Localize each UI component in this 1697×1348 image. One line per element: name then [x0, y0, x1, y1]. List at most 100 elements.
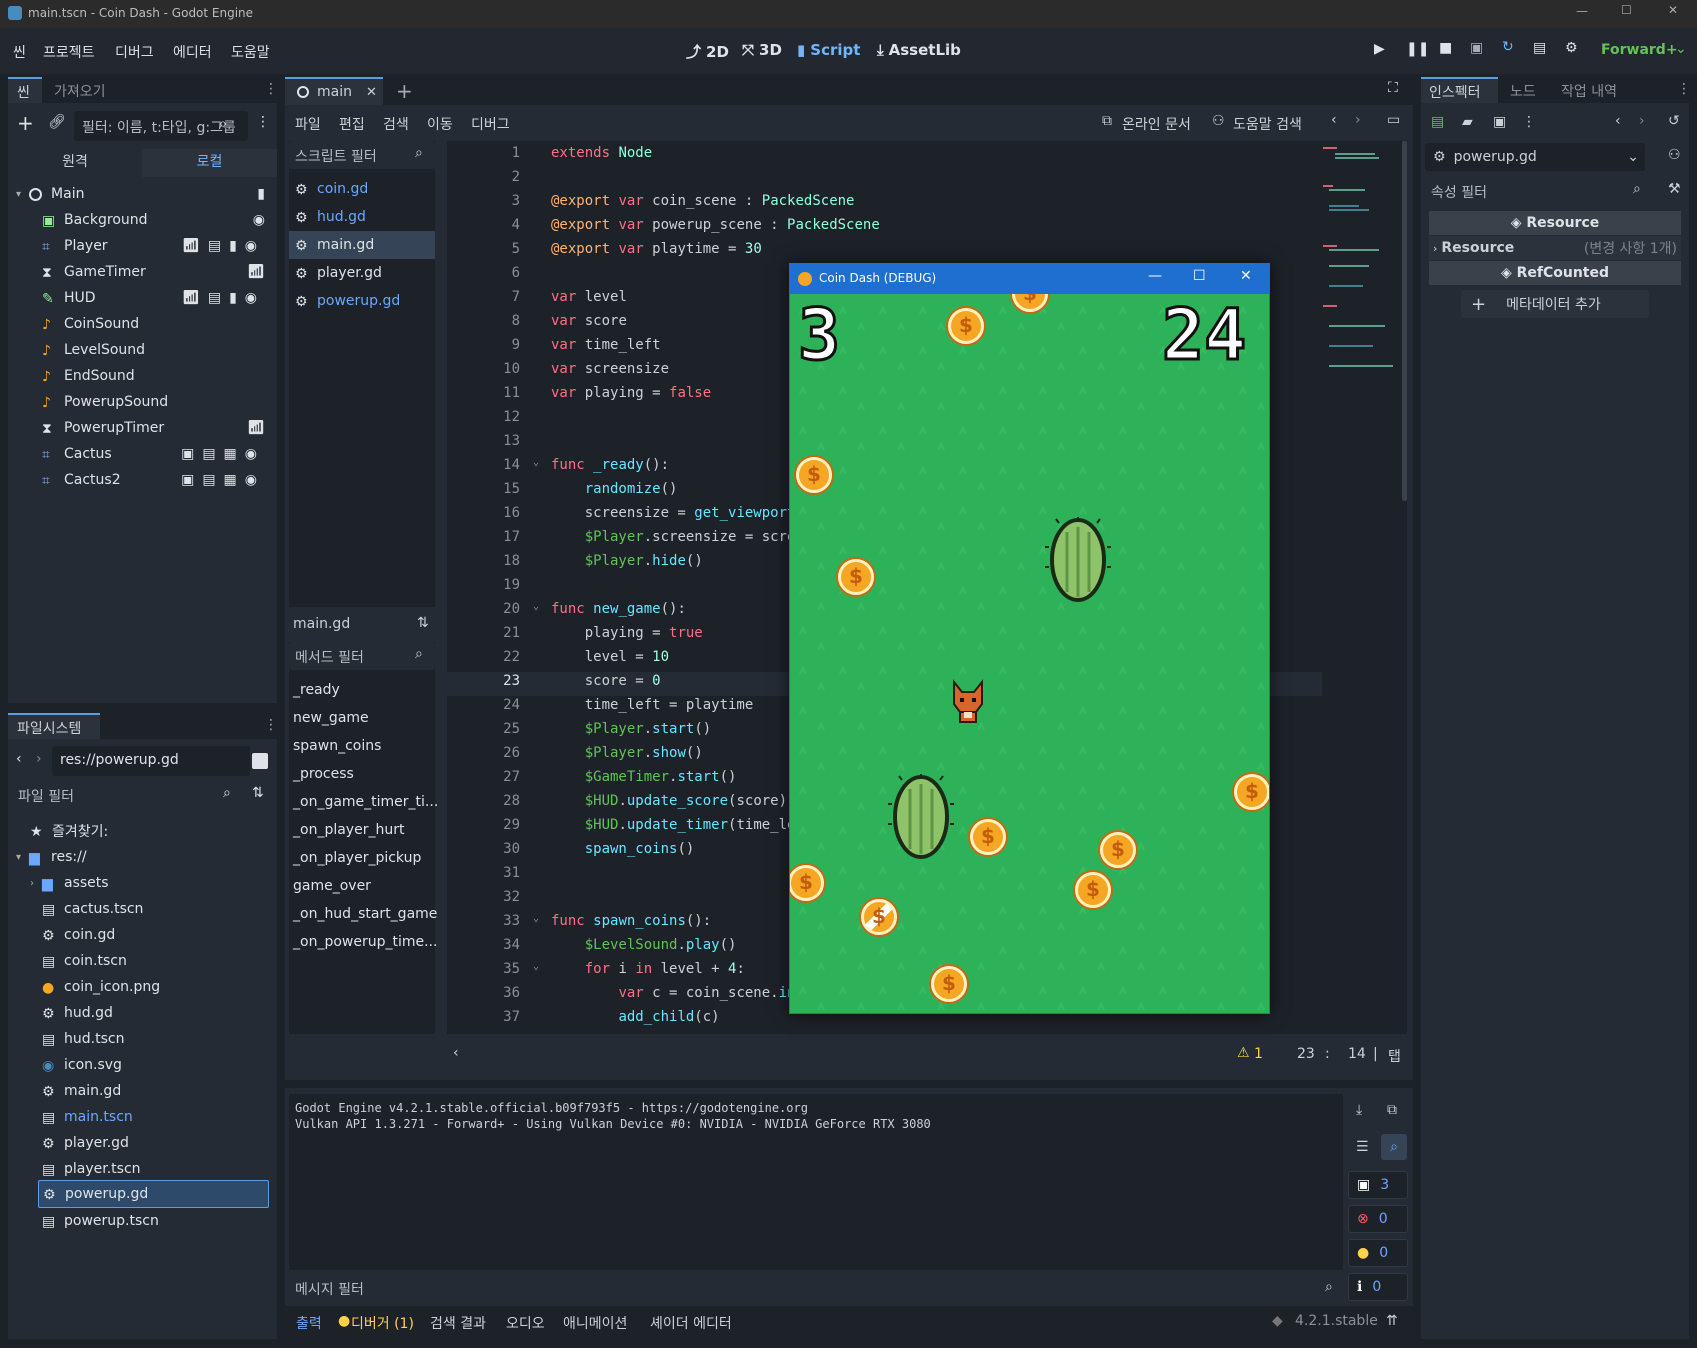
split-view-icon[interactable] [252, 753, 268, 769]
menu-debug[interactable]: 디버그 [471, 114, 510, 134]
add-node-icon[interactable]: + [17, 111, 34, 135]
line-number[interactable]: 20 [447, 601, 520, 617]
line-number[interactable]: 34 [447, 937, 520, 953]
back-arrow-icon[interactable]: ‹ [16, 751, 22, 767]
line-number[interactable]: 1 [447, 145, 520, 161]
method-item[interactable]: new_game [289, 704, 435, 732]
chevron-down-icon[interactable]: ⌄ [1675, 41, 1687, 57]
add-tab-icon[interactable]: + [396, 79, 413, 103]
code-minimap[interactable] [1321, 145, 1393, 395]
filter-info-button[interactable]: ℹ0 [1348, 1273, 1408, 1301]
line-number[interactable]: 7 [447, 289, 520, 305]
fold-arrow-icon[interactable]: ⌄ [527, 457, 539, 468]
more-options-icon[interactable]: ⋮ [1522, 114, 1536, 130]
tree-node-background[interactable]: ▣ Background ◉ [8, 206, 277, 234]
file-row-coin-icon-png[interactable]: ● coin_icon.png [8, 973, 277, 1001]
line-number[interactable]: 29 [447, 817, 520, 833]
tab-inspector[interactable]: 인스펙터 [1421, 77, 1498, 103]
file-row-powerup-tscn[interactable]: ▤ powerup.tscn [8, 1207, 277, 1235]
signal-icon[interactable]: 📶︎ [247, 264, 265, 280]
method-item[interactable]: _on_player_pickup [289, 844, 435, 872]
sort-icon[interactable]: ⇅ [252, 785, 264, 801]
pause-icon[interactable]: ❚❚ [1406, 41, 1429, 57]
collapse-icon[interactable]: ☰ [1356, 1139, 1369, 1155]
tab-shader-editor[interactable]: 셰이더 에디터 [650, 1313, 732, 1333]
line-number[interactable]: 3 [447, 193, 520, 209]
hud-node-icons[interactable]: 📶︎▤▮◉ [182, 290, 265, 306]
indent-mode[interactable]: 탭 [1388, 1046, 1401, 1066]
method-item[interactable]: _process [289, 760, 435, 788]
file-row-player-tscn[interactable]: ▤ player.tscn [8, 1155, 277, 1183]
line-number[interactable]: 32 [447, 889, 520, 905]
filter-messages-button[interactable]: ▣ 3 [1348, 1171, 1408, 1199]
script-attached-icon[interactable]: ▮ [257, 186, 265, 202]
tree-node-poweruptimer[interactable]: ⧗ PowerupTimer 📶︎ [8, 414, 277, 442]
open-folder-icon[interactable]: ▰ [1462, 114, 1473, 130]
filter-search-icon[interactable]: ⌕ [1381, 1134, 1407, 1160]
tab-import[interactable]: 가져오기 [54, 81, 106, 101]
line-number[interactable]: 17 [447, 529, 520, 545]
script-item-hud[interactable]: ⚙ hud.gd [289, 203, 435, 231]
script-item-coin[interactable]: ⚙ coin.gd [289, 175, 435, 203]
line-number[interactable]: 14 [447, 457, 520, 473]
float-window-icon[interactable]: ▭ [1387, 112, 1400, 128]
tree-node-hud[interactable]: ✎ HUD 📶︎▤▮◉ [8, 284, 277, 312]
file-row-hud-tscn[interactable]: ▤ hud.tscn [8, 1025, 277, 1053]
script-item-powerup[interactable]: ⚙ powerup.gd [289, 287, 435, 315]
play-icon[interactable]: ▶ [1374, 41, 1385, 57]
line-number[interactable]: 31 [447, 865, 520, 881]
message-filter-input[interactable]: 메시지 필터 [289, 1274, 1343, 1302]
play-custom-icon[interactable]: ⚙ [1565, 40, 1578, 56]
game-window[interactable]: Coin Dash (DEBUG) — ☐ ✕ 3 24 $ $ $ $ $ $… [789, 263, 1270, 1014]
kebab-menu-icon[interactable]: ⋮ [1677, 81, 1691, 97]
fullscreen-icon[interactable]: ⛶ [1388, 80, 1398, 96]
tree-node-gametimer[interactable]: ⧗ GameTimer 📶︎ [8, 258, 277, 286]
res-root-row[interactable]: ▾ ▆ res:// [8, 843, 277, 871]
file-row-cactus-tscn[interactable]: ▤ cactus.tscn [8, 895, 277, 923]
file-row-assets[interactable]: › ▆ assets [8, 869, 277, 897]
player-node-icons[interactable]: 📶︎▤▮◉ [182, 238, 265, 254]
pin-panel-icon[interactable]: ⇈ [1386, 1313, 1398, 1329]
line-number[interactable]: 15 [447, 481, 520, 497]
method-filter-input[interactable]: 메서드 필터 [289, 642, 435, 670]
favorites-row[interactable]: ★ 즐겨찾기: [8, 817, 277, 845]
path-field[interactable]: res://powerup.gd [52, 746, 250, 776]
line-number[interactable]: 28 [447, 793, 520, 809]
line-number[interactable]: 18 [447, 553, 520, 569]
tab-scene[interactable]: 씬 [8, 77, 42, 103]
fold-arrow-icon[interactable]: ⌄ [527, 961, 539, 972]
line-number[interactable]: 27 [447, 769, 520, 785]
line-number[interactable]: 11 [447, 385, 520, 401]
line-number[interactable]: 13 [447, 433, 520, 449]
close-tab-icon[interactable]: ✕ [366, 85, 377, 100]
reload-icon[interactable]: ↻ [1502, 39, 1514, 55]
prev-script-icon[interactable]: ‹ [1331, 112, 1337, 128]
tab-search-results[interactable]: 검색 결과 [430, 1313, 486, 1333]
filter-warnings-button[interactable]: ● 0 [1348, 1239, 1408, 1267]
file-row-player-gd[interactable]: ⚙ player.gd [8, 1129, 277, 1157]
object-properties-icon[interactable]: ⚇ [1668, 147, 1681, 163]
minimize-icon[interactable]: — [1148, 268, 1162, 284]
method-item[interactable]: _on_game_timer_ti... [289, 788, 438, 816]
tree-node-main[interactable]: ▾ Main ▮ [8, 180, 277, 208]
history-icon[interactable]: ↺ [1668, 113, 1680, 129]
forward-arrow-icon[interactable]: › [36, 751, 42, 767]
menu-scene[interactable]: 씬 [13, 42, 26, 62]
tree-node-levelsound[interactable]: ♪ LevelSound [8, 336, 277, 364]
method-item[interactable]: _on_player_hurt [289, 816, 435, 844]
tab-history[interactable]: 작업 내역 [1561, 81, 1617, 101]
method-item[interactable]: game_over [289, 872, 435, 900]
minimize-icon[interactable]: — [1576, 4, 1588, 18]
link-icon[interactable]: 🔗︎ [48, 114, 66, 130]
file-row-main-tscn[interactable]: ▤ main.tscn [8, 1103, 277, 1131]
file-filter-input[interactable]: 파일 필터 [12, 780, 250, 810]
line-number[interactable]: 10 [447, 361, 520, 377]
renderer-select[interactable]: Forward+ [1601, 42, 1678, 58]
menu-help[interactable]: 도움말 [231, 42, 270, 62]
line-number[interactable]: 8 [447, 313, 520, 329]
toggle-panel-icon[interactable]: ‹ [453, 1045, 459, 1061]
kebab-menu-icon[interactable]: ⋮ [264, 717, 278, 733]
expand-arrow-icon[interactable]: › [30, 878, 34, 889]
tree-node-endsound[interactable]: ♪ EndSound [8, 362, 277, 390]
file-row-main-gd[interactable]: ⚙ main.gd [8, 1077, 277, 1105]
